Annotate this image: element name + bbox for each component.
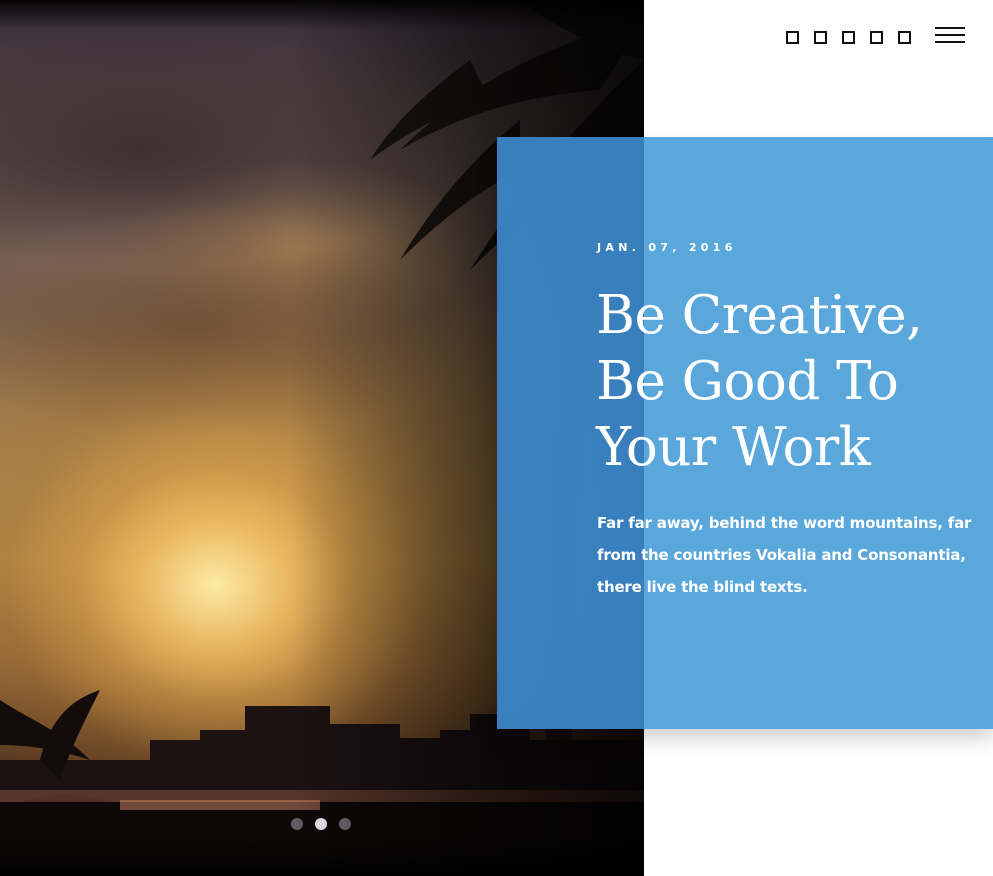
menu-line-middle bbox=[935, 34, 965, 36]
slider-dot-1[interactable] bbox=[291, 818, 303, 830]
menu-line-bottom bbox=[935, 41, 965, 43]
slider-dots bbox=[291, 818, 351, 830]
social-icons bbox=[786, 31, 911, 44]
hamburger-menu-icon[interactable] bbox=[935, 27, 965, 43]
menu-line-top bbox=[935, 27, 965, 29]
social-square-icon-1[interactable] bbox=[786, 31, 799, 44]
slider-dot-3[interactable] bbox=[339, 818, 351, 830]
post-excerpt: Far far away, behind the word mountains,… bbox=[597, 514, 972, 596]
social-square-icon-4[interactable] bbox=[870, 31, 883, 44]
social-square-icon-3[interactable] bbox=[842, 31, 855, 44]
post-title[interactable]: Be Creative, Be Good To Your Work bbox=[596, 283, 976, 481]
post-date: JAN. 07, 2016 bbox=[597, 241, 737, 254]
page: JAN. 07, 2016 Be Creative, Be Good To Yo… bbox=[0, 0, 993, 876]
slider-dot-2-active[interactable] bbox=[315, 818, 327, 830]
social-square-icon-5[interactable] bbox=[898, 31, 911, 44]
post-card: JAN. 07, 2016 Be Creative, Be Good To Yo… bbox=[497, 137, 993, 729]
social-square-icon-2[interactable] bbox=[814, 31, 827, 44]
